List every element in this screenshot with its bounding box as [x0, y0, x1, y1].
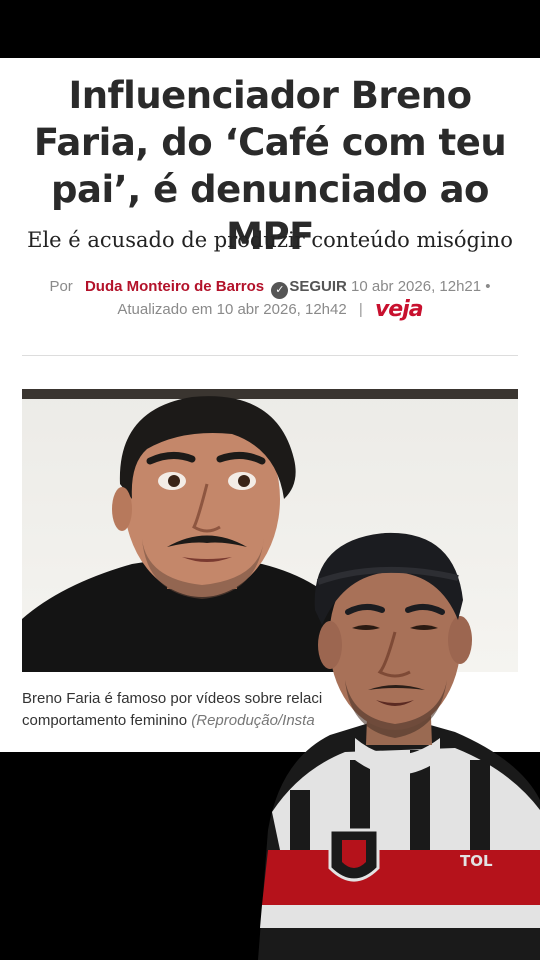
author-link[interactable]: Duda Monteiro de Barros: [85, 278, 264, 295]
svg-text:TOL: TOL: [460, 852, 493, 870]
byline-prefix: Por: [49, 278, 73, 295]
photo-caption: Breno Faria é famoso por vídeos sobre re…: [22, 688, 518, 732]
caption-text-line2: comportamento feminino: [22, 712, 188, 729]
updated-date: Atualizado em 10 abr 2026, 12h42: [117, 301, 347, 318]
news-article: Influenciador Breno Faria, do ‘Café com …: [0, 58, 540, 752]
top-black-bar: [0, 0, 540, 58]
caption-text: Breno Faria é famoso por vídeos sobre re…: [22, 690, 323, 707]
veja-logo[interactable]: veja: [375, 297, 424, 322]
man-portrait-illustration: [22, 396, 352, 672]
separator: |: [358, 301, 363, 318]
check-badge-icon: ✓: [271, 282, 289, 299]
article-subtitle: Ele é acusado de produzir conteúdo misóg…: [27, 228, 513, 252]
follow-button[interactable]: SEGUIR: [289, 278, 347, 295]
article-photo: [22, 389, 518, 672]
byline: Por Duda Monteiro de Barros ✓ SEGUIR 10 a…: [20, 276, 520, 321]
divider: [22, 355, 518, 356]
published-date: 10 abr 2026, 12h21: [351, 278, 482, 295]
caption-credit: (Reprodução/Insta: [191, 712, 315, 729]
bullet: •: [485, 278, 491, 295]
